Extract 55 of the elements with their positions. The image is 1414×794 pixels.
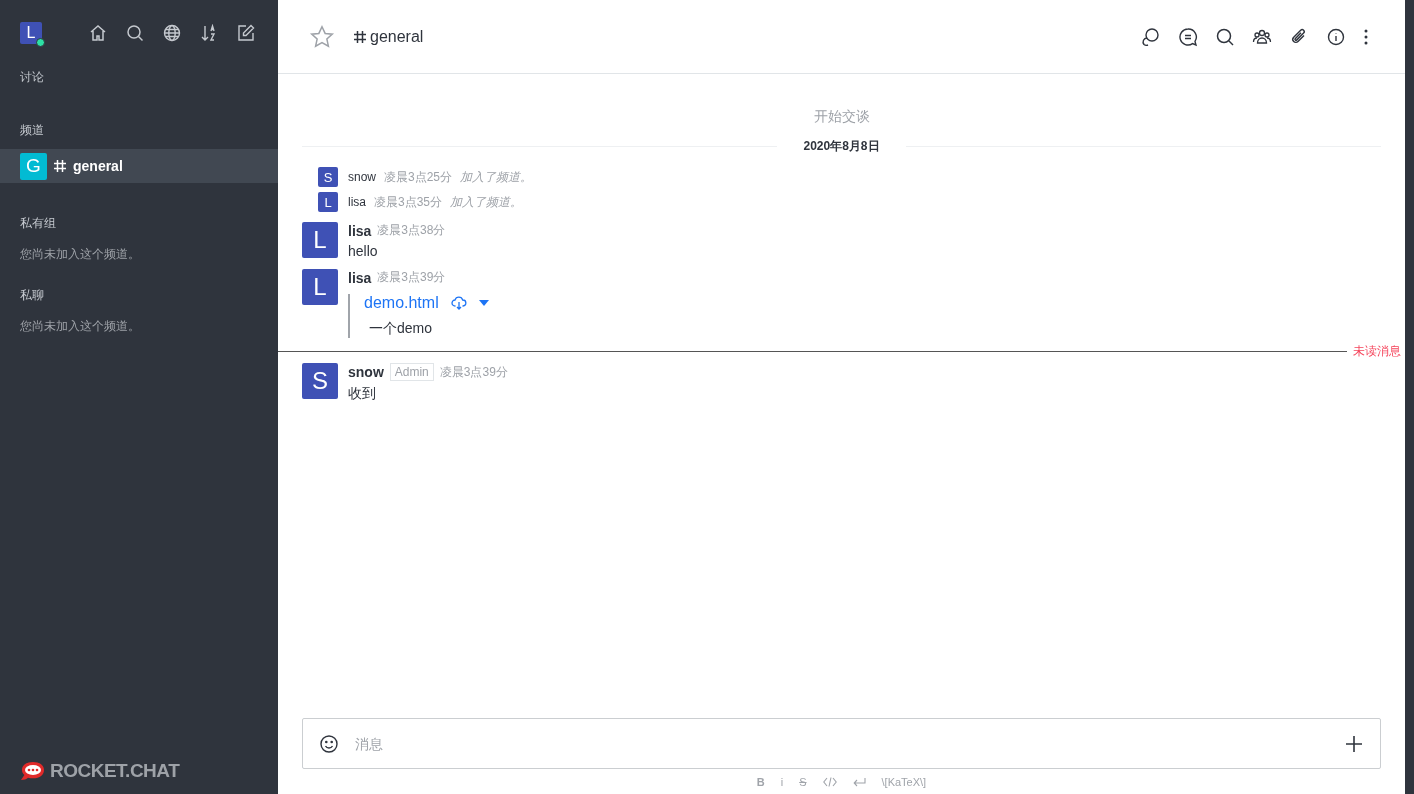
section-title: 私有组	[19, 215, 57, 232]
username[interactable]: lisa	[348, 269, 372, 286]
empty-note: 您尚未加入这个频道。	[19, 246, 141, 263]
emoji-icon[interactable]	[319, 733, 339, 754]
globe-icon[interactable]	[163, 24, 181, 42]
username[interactable]: snow	[348, 364, 384, 380]
username[interactable]: lisa	[348, 222, 372, 239]
message-time: 凌晨3点35分	[374, 193, 443, 211]
plus-icon[interactable]	[1345, 734, 1363, 753]
sort-icon[interactable]	[200, 24, 218, 42]
file-description: 一个demo	[368, 320, 434, 338]
channel-avatar: G	[20, 152, 47, 180]
system-message: 加入了频道。	[460, 168, 533, 186]
user-avatar[interactable]: S	[318, 167, 338, 187]
user-avatar[interactable]: L	[302, 222, 338, 258]
section-title: 讨论	[19, 69, 45, 86]
caret-icon[interactable]	[478, 300, 489, 306]
user-avatar[interactable]: L	[20, 22, 42, 44]
user-avatar[interactable]: L	[318, 192, 338, 212]
message-input[interactable]: 消息	[353, 734, 1331, 753]
message-composer[interactable]: 消息	[302, 718, 1381, 769]
info-icon[interactable]	[1326, 26, 1346, 47]
unread-divider-label: 未读消息	[1353, 343, 1401, 360]
date-divider: 2020年8月8日	[803, 138, 880, 155]
system-message: 加入了频道。	[450, 193, 523, 211]
message-text: hello	[348, 243, 379, 259]
message-time: 凌晨3点25分	[384, 168, 453, 186]
channel-item[interactable]: G general	[0, 149, 278, 183]
channel-title: general	[370, 27, 424, 46]
message-time: 凌晨3点38分	[377, 222, 446, 239]
hash-icon	[353, 29, 367, 44]
hash-icon	[53, 159, 67, 173]
star-icon[interactable]	[309, 23, 335, 50]
cloud-download-icon[interactable]	[450, 296, 467, 310]
user-avatar[interactable]: L	[302, 269, 338, 305]
home-icon[interactable]	[89, 24, 107, 42]
message-time: 凌晨3点39分	[439, 363, 508, 381]
message-text: 收到	[348, 385, 377, 403]
search-icon[interactable]	[126, 24, 144, 42]
logo-text: ROCKET.CHAT	[50, 760, 180, 782]
username[interactable]: lisa	[348, 195, 366, 209]
discussion-icon[interactable]	[1141, 26, 1161, 47]
section-title: 私聊	[19, 287, 45, 304]
file-link[interactable]: demo.html	[364, 294, 439, 312]
conversation-start-text: 开始交谈	[812, 108, 871, 126]
empty-note: 您尚未加入这个频道。	[19, 318, 141, 335]
speech-bubble-logo-icon	[19, 760, 47, 782]
username[interactable]: snow	[348, 170, 376, 184]
edit-icon[interactable]	[237, 24, 255, 42]
section-title: 频道	[19, 122, 45, 139]
user-avatar[interactable]: S	[302, 363, 338, 399]
role-tag: Admin	[389, 363, 434, 381]
thread-icon[interactable]	[1178, 26, 1198, 47]
message-time: 凌晨3点39分	[377, 269, 446, 286]
search-icon[interactable]	[1215, 26, 1235, 47]
